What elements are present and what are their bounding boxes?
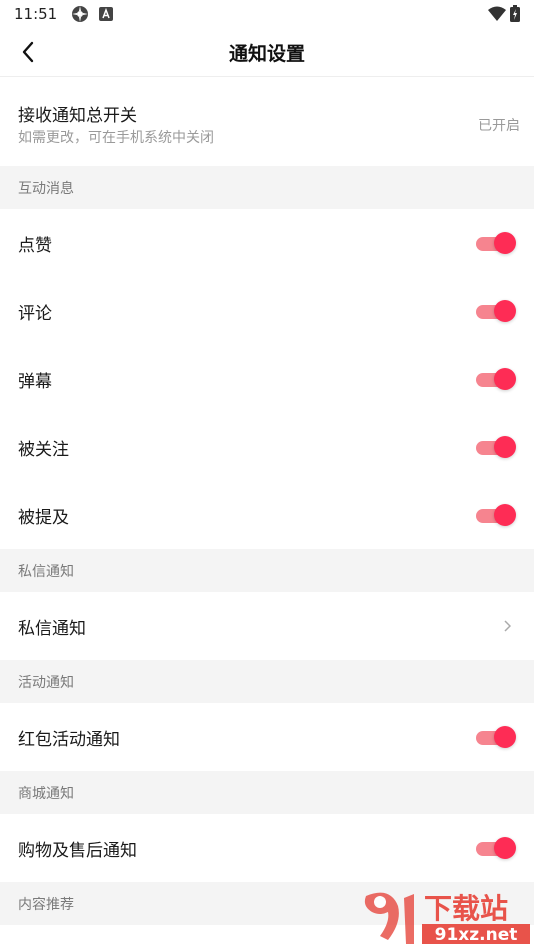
watermark-domain: 91xz.net (435, 925, 518, 945)
page-title: 通知设置 (228, 42, 305, 65)
setting-label-danmaku: 弹幕 (18, 371, 52, 392)
toggle-followed[interactable] (476, 436, 516, 458)
toggle-shopping[interactable] (476, 837, 516, 859)
watermark-brand: 下载站 (424, 892, 508, 925)
toggle-red-packet[interactable] (476, 726, 516, 748)
section-header-interaction: 互动消息 (0, 166, 534, 209)
section-header-mall: 商城通知 (0, 771, 534, 814)
setting-row-followed: 被关注 (0, 413, 534, 481)
back-button[interactable] (14, 38, 42, 66)
setting-row-red-packet: 红包活动通知 (0, 703, 534, 771)
setting-row-shopping: 购物及售后通知 (0, 814, 534, 882)
setting-row-comment: 评论 (0, 277, 534, 345)
toggle-like[interactable] (476, 232, 516, 254)
setting-row-like: 点赞 (0, 209, 534, 277)
master-switch-label: 接收通知总开关 (18, 106, 137, 126)
toggle-comment[interactable] (476, 300, 516, 322)
setting-label-mentioned: 被提及 (18, 507, 69, 528)
setting-row-private-message[interactable]: 私信通知 (0, 592, 534, 660)
wifi-icon (488, 6, 506, 21)
chevron-right-icon (500, 619, 514, 633)
setting-label-private-message: 私信通知 (18, 618, 86, 639)
setting-label-followed: 被关注 (18, 439, 69, 460)
nav-header: 通知设置 (0, 28, 534, 77)
setting-row-danmaku: 弹幕 (0, 345, 534, 413)
a-badge-icon (99, 7, 114, 21)
master-switch-row[interactable]: 接收通知总开关 如需更改，可在手机系统中关闭 已开启 (0, 77, 534, 166)
toggle-mentioned[interactable] (476, 504, 516, 526)
setting-label-comment: 评论 (18, 303, 52, 324)
section-header-private: 私信通知 (0, 549, 534, 592)
status-right (488, 5, 520, 22)
app-notification-icon (71, 5, 89, 23)
toggle-danmaku[interactable] (476, 368, 516, 390)
setting-row-mentioned: 被提及 (0, 481, 534, 549)
setting-label-like: 点赞 (18, 235, 52, 256)
battery-icon (510, 5, 520, 22)
setting-label-red-packet: 红包活动通知 (18, 729, 120, 750)
back-arrow-icon (22, 41, 34, 63)
status-bar: 11:51 (0, 0, 534, 28)
watermark-logo: 下载站 91xz.net (364, 892, 530, 945)
master-switch-hint: 如需更改，可在手机系统中关闭 (18, 130, 214, 146)
section-header-activity: 活动通知 (0, 660, 534, 703)
setting-label-shopping: 购物及售后通知 (18, 840, 137, 861)
status-time: 11:51 (14, 5, 58, 23)
master-switch-status: 已开启 (478, 118, 520, 134)
